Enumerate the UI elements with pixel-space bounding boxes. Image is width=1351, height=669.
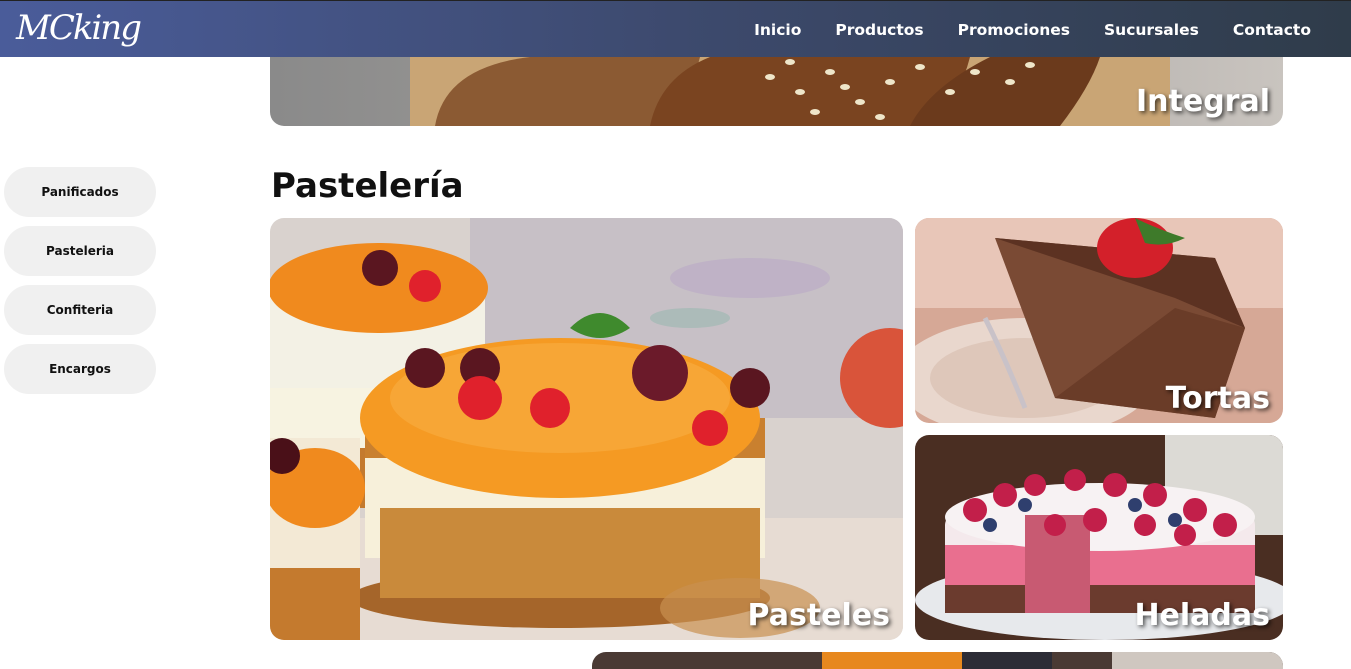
- tile-pasteles[interactable]: Pasteles: [270, 218, 903, 640]
- next-tile-image: [592, 652, 1283, 669]
- tile-tortas[interactable]: Tortas: [915, 218, 1283, 423]
- section-title: Pastelería: [271, 166, 464, 206]
- integral-bread-image: [270, 57, 1283, 126]
- nav-link-sucursales[interactable]: Sucursales: [1104, 21, 1199, 39]
- tile-label-tortas: Tortas: [1165, 381, 1270, 416]
- tile-label-integral: Integral: [1135, 84, 1270, 119]
- logo[interactable]: MCking: [16, 5, 142, 51]
- nav-link-contacto[interactable]: Contacto: [1233, 21, 1311, 39]
- sidebar-item-panificados[interactable]: Panificados: [4, 167, 156, 217]
- main-nav: Inicio Productos Promociones Sucursales …: [754, 1, 1311, 58]
- nav-link-inicio[interactable]: Inicio: [754, 21, 801, 39]
- tile-heladas[interactable]: Heladas: [915, 435, 1283, 640]
- nav-link-promociones[interactable]: Promociones: [958, 21, 1070, 39]
- category-sidebar: Panificados Pasteleria Confiteria Encarg…: [4, 167, 156, 403]
- sidebar-item-confiteria[interactable]: Confiteria: [4, 285, 156, 335]
- sidebar-item-pasteleria[interactable]: Pasteleria: [4, 226, 156, 276]
- top-navbar: MCking Inicio Productos Promociones Sucu…: [0, 0, 1351, 57]
- tile-integral[interactable]: Integral: [270, 57, 1283, 126]
- tile-label-pasteles: Pasteles: [747, 598, 890, 633]
- nav-link-productos[interactable]: Productos: [835, 21, 923, 39]
- pasteles-image: [270, 218, 903, 640]
- tile-next-preview[interactable]: [592, 652, 1283, 669]
- tile-label-heladas: Heladas: [1134, 598, 1270, 633]
- sidebar-item-encargos[interactable]: Encargos: [4, 344, 156, 394]
